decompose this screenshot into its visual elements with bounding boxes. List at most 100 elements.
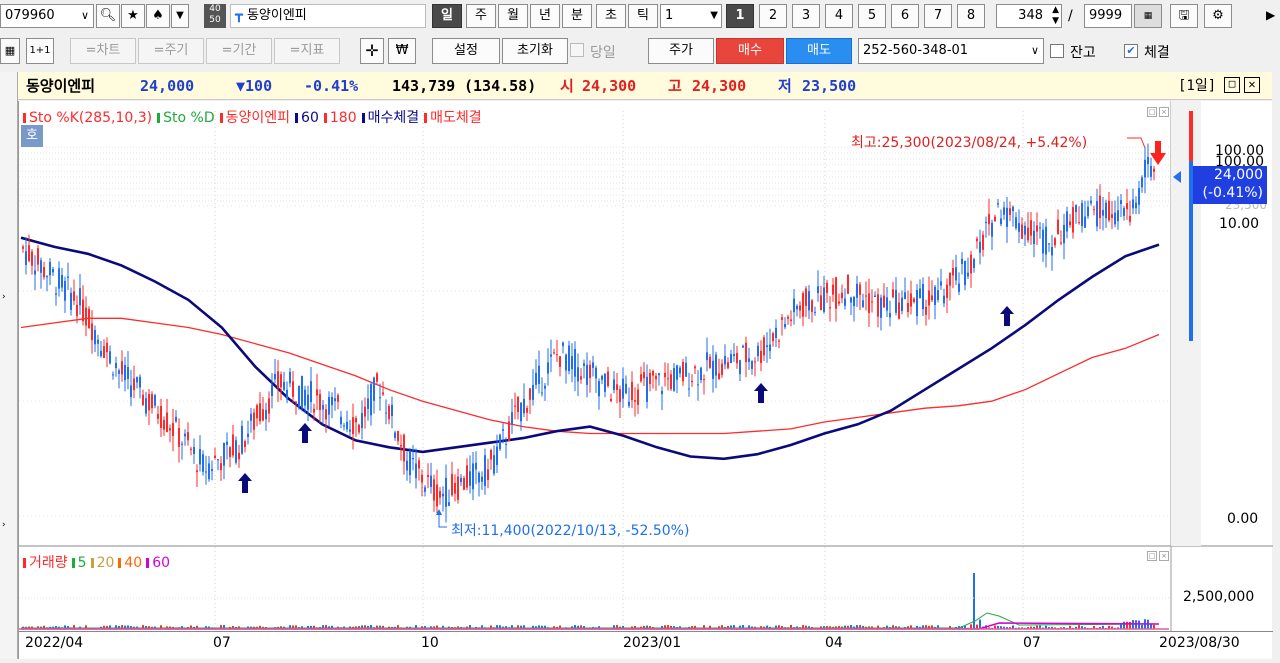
candle-body	[619, 389, 621, 403]
candle-body	[865, 295, 867, 297]
volume-legend-item[interactable]: 60	[146, 555, 170, 571]
page-button-2[interactable]: 2	[759, 4, 787, 28]
legend-swatch	[90, 558, 94, 568]
period-tab-1[interactable]: 주	[466, 4, 496, 28]
candle-body	[1042, 229, 1044, 254]
spinner-icon[interactable]: ▲ ▼	[1052, 5, 1059, 27]
reset-button[interactable]: 초기화	[502, 38, 568, 64]
volume-legend-item[interactable]: 5	[71, 555, 87, 571]
settings-button[interactable]: 설정	[432, 38, 500, 64]
price-legend-item[interactable]: 60	[295, 110, 319, 126]
sell-button[interactable]: 매도	[786, 38, 852, 64]
price-legend-item[interactable]: 매수체결	[361, 110, 419, 126]
candle-body	[76, 304, 78, 317]
period-tab-6[interactable]: 틱	[628, 4, 658, 28]
balance-checkbox[interactable]	[1050, 44, 1064, 58]
candle-body	[976, 238, 978, 242]
volume-legend-item[interactable]: 40	[118, 555, 142, 571]
fill-checkbox[interactable]: ✔	[1124, 44, 1138, 58]
crosshair-icon[interactable]: ✛	[360, 38, 384, 64]
candle-body	[61, 274, 63, 288]
page-button-3[interactable]: 3	[792, 4, 820, 28]
price-legend-item[interactable]: 동양이엔피	[219, 110, 290, 126]
candle-body	[568, 345, 570, 372]
page-button-8[interactable]: 8	[957, 4, 985, 28]
candle-body	[904, 292, 906, 299]
page-button-5[interactable]: 5	[858, 4, 886, 28]
maximize-icon[interactable]: □	[1224, 77, 1240, 93]
period-tab-0[interactable]: 일	[432, 4, 462, 28]
star-icon[interactable]: ★	[121, 4, 145, 28]
candle-body	[832, 284, 834, 295]
chart-tab-3[interactable]: =지표	[274, 38, 340, 64]
candle-body	[358, 424, 360, 433]
dropdown-arrow-icon[interactable]: ▼	[171, 4, 189, 28]
price-legend-item[interactable]: 매도체결	[424, 110, 482, 126]
account-select[interactable]: 252-560-348-01 ∨	[858, 38, 1044, 64]
table-icon[interactable]: ▦	[0, 38, 20, 64]
vol-panel-maximize-icon[interactable]: □	[1147, 551, 1157, 561]
badge-icon[interactable]: 40 50	[204, 4, 226, 28]
volume-legend-item[interactable]: 20	[90, 555, 114, 571]
candle-body	[649, 372, 651, 384]
side-arrow-icon[interactable]: ›	[2, 520, 6, 530]
slash-text: /	[1068, 8, 1073, 24]
grid-icon[interactable]: ▦	[1134, 4, 1162, 28]
candle-body	[718, 373, 720, 380]
candle-body	[406, 460, 408, 471]
won-icon[interactable]: ₩	[388, 38, 416, 64]
chart-tab-0[interactable]: =차트	[70, 38, 136, 64]
price-button[interactable]: 주가	[648, 38, 714, 64]
candle-body	[1045, 226, 1047, 255]
page-button-4[interactable]: 4	[825, 4, 853, 28]
page-button-1[interactable]: 1	[726, 4, 754, 28]
price-legend-item[interactable]: Sto %K(285,10,3)	[23, 110, 152, 126]
one-plus-one-button[interactable]: 1+1	[26, 38, 54, 64]
candle-body	[979, 241, 981, 253]
period-tab-5[interactable]: 초	[596, 4, 626, 28]
chart-tab-1[interactable]: =주기	[138, 38, 204, 64]
chevron-down-icon[interactable]: ∨	[81, 5, 89, 27]
candle-body	[556, 354, 558, 356]
stock-code-input[interactable]: 079960 ∨	[0, 4, 94, 28]
candle-body	[853, 296, 855, 307]
search-icon[interactable]: 🔍︎	[96, 4, 120, 28]
chart-tab-2[interactable]: =기간	[206, 38, 272, 64]
side-arrow-icon[interactable]: ›	[2, 292, 6, 302]
volume-legend: 거래량 5 20 40 60	[23, 552, 174, 572]
panel-maximize-icon[interactable]: □	[1147, 107, 1157, 117]
vol-panel-close-icon[interactable]: ×	[1159, 551, 1169, 561]
close-icon[interactable]: ✕	[1244, 77, 1260, 93]
candle-body	[196, 470, 198, 473]
stock-name-field[interactable]: ┳ 동양이엔피	[230, 4, 426, 28]
period-tab-2[interactable]: 월	[498, 4, 528, 28]
candle-body	[1105, 202, 1107, 219]
fill-label: 체결	[1144, 45, 1170, 61]
interval-select[interactable]: 1 ▼	[660, 4, 722, 28]
panel-close-icon[interactable]: ×	[1159, 107, 1169, 117]
gear-icon[interactable]: ⚙	[1204, 4, 1232, 28]
candle-body	[256, 405, 258, 419]
candle-body	[724, 356, 726, 365]
count-input[interactable]: 348 ▲ ▼	[996, 4, 1062, 28]
candle-body	[787, 316, 789, 319]
spade-icon[interactable]: ♠	[146, 4, 170, 28]
page-button-7[interactable]: 7	[924, 4, 952, 28]
period-tab-3[interactable]: 년	[530, 4, 560, 28]
candle-body	[490, 450, 492, 460]
price-legend-item[interactable]: 180	[323, 110, 357, 126]
chart-svg[interactable]	[19, 101, 1273, 659]
page-button-6[interactable]: 6	[891, 4, 919, 28]
chart-area[interactable]: Sto %K(285,10,3) Sto %D 동양이엔피 60 180 매수체결 매도체결…	[18, 101, 1273, 659]
save-icon[interactable]: 🖫	[1170, 4, 1198, 28]
y-axis-bottom-label: 0.00	[1227, 511, 1259, 527]
candle-body	[385, 412, 387, 414]
scroll-right-icon[interactable]: ▶	[1266, 8, 1275, 22]
today-checkbox[interactable]	[570, 43, 584, 57]
side-tag[interactable]: 호	[21, 125, 43, 147]
volume-legend-item[interactable]: 거래량	[23, 555, 68, 571]
period-tab-4[interactable]: 분	[562, 4, 592, 28]
candle-body	[697, 384, 699, 386]
buy-button[interactable]: 매수	[716, 38, 784, 64]
price-legend-item[interactable]: Sto %D	[157, 110, 215, 126]
